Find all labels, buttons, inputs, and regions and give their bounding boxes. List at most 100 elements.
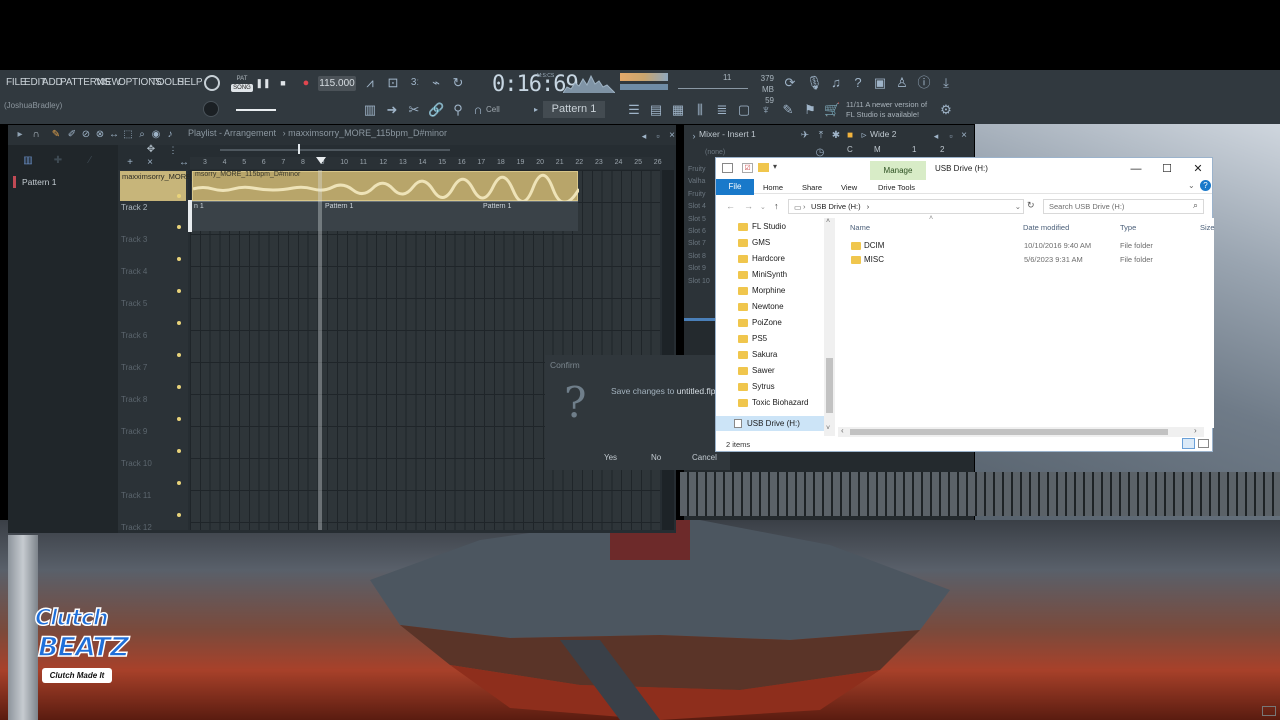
magnet-snap-icon[interactable]: ∩ bbox=[28, 127, 44, 143]
yes-button[interactable]: Yes bbox=[604, 453, 617, 462]
mixer-col-m[interactable]: M bbox=[874, 145, 881, 154]
headphones-icon[interactable]: ♫ bbox=[828, 75, 844, 91]
column-type[interactable]: Type bbox=[1120, 223, 1136, 232]
loop-record-icon[interactable]: ↻ bbox=[450, 75, 466, 91]
tab-home[interactable]: Home bbox=[763, 183, 783, 192]
add-track-icon[interactable]: + bbox=[122, 155, 138, 171]
details-view-icon[interactable] bbox=[1182, 438, 1195, 449]
track-label[interactable]: Track 12 bbox=[121, 523, 152, 532]
search-input[interactable]: Search USB Drive (H:) bbox=[1043, 199, 1204, 214]
arrow-icon[interactable]: ➜ bbox=[384, 102, 400, 118]
track-mute-dot[interactable] bbox=[177, 417, 181, 421]
track-label[interactable]: Track 5 bbox=[121, 299, 147, 308]
blend-icon[interactable]: ⌁ bbox=[428, 75, 444, 91]
mixer-effect-slot[interactable]: Fruity bbox=[688, 166, 706, 173]
cancel-button[interactable]: Cancel bbox=[692, 453, 717, 462]
mixer-up-icon[interactable]: ⤒ bbox=[813, 128, 829, 144]
menu-help[interactable]: HELP bbox=[177, 77, 203, 88]
mixer-icon[interactable]: ⫼ bbox=[692, 102, 708, 118]
no-button[interactable]: No bbox=[651, 453, 661, 462]
track-label[interactable]: Track 11 bbox=[121, 491, 151, 500]
scroll-up-icon[interactable]: ˄ bbox=[826, 218, 830, 225]
column-date-modified[interactable]: Date modified bbox=[1023, 223, 1069, 232]
address-dropdown-icon[interactable]: ⌄ bbox=[1015, 200, 1021, 213]
mixer-input-select[interactable]: (none) bbox=[705, 149, 725, 156]
track-label[interactable]: Track 6 bbox=[121, 331, 147, 340]
mixer-effect-slot[interactable]: Slot 9 bbox=[688, 265, 706, 272]
slice-icon[interactable]: ✂ bbox=[406, 102, 422, 118]
track-label[interactable]: Track 9 bbox=[121, 427, 147, 436]
magnet-icon[interactable]: ∩ bbox=[470, 102, 486, 118]
nav-folder-item[interactable]: Morphine bbox=[752, 286, 785, 295]
picker-pattern-icon[interactable]: ▥ bbox=[20, 153, 36, 169]
save-icon[interactable]: ▣ bbox=[872, 75, 888, 91]
channel-rack-icon[interactable]: ▤ bbox=[648, 102, 664, 118]
help-icon[interactable]: ? bbox=[850, 75, 866, 91]
playlist-icon[interactable]: ☰ bbox=[626, 102, 642, 118]
address-bar[interactable]: ▭ › USB Drive (H:) › ⌄ bbox=[788, 199, 1024, 214]
track-mute-dot[interactable] bbox=[177, 353, 181, 357]
remove-track-icon[interactable]: × bbox=[142, 155, 158, 171]
pause-icon[interactable]: ❚❚ bbox=[255, 75, 271, 91]
playlist-menu-icon[interactable]: ▸ bbox=[12, 127, 28, 143]
stop-icon[interactable]: ■ bbox=[275, 75, 291, 91]
metronome-icon[interactable]: ⩘ bbox=[362, 75, 378, 91]
tab-drive-tools[interactable]: Drive Tools bbox=[878, 183, 915, 192]
track-mute-dot[interactable] bbox=[177, 225, 181, 229]
master-volume-slider[interactable] bbox=[236, 109, 276, 111]
track-2-selector[interactable] bbox=[188, 200, 192, 232]
hscroll-thumb[interactable] bbox=[850, 429, 1168, 435]
mixer-col-2[interactable]: 2 bbox=[940, 145, 944, 154]
nav-folder-item[interactable]: PS5 bbox=[752, 334, 767, 343]
nav-folder-item[interactable]: Sawer bbox=[752, 366, 775, 375]
ribbon-expand-icon[interactable]: ⌄ bbox=[1188, 181, 1195, 190]
playlist-scrollbar[interactable] bbox=[662, 170, 674, 530]
track-mute-dot[interactable] bbox=[177, 257, 181, 261]
mixer-col-1[interactable]: 1 bbox=[912, 145, 916, 154]
mixer-effect-slot[interactable]: Slot 4 bbox=[688, 203, 706, 210]
nav-folder-item[interactable]: Toxic Biohazard bbox=[752, 398, 808, 407]
track-mute-dot[interactable] bbox=[177, 481, 181, 485]
track-mute-dot[interactable] bbox=[177, 194, 181, 198]
master-volume-knob[interactable] bbox=[203, 101, 219, 117]
forward-arrow-icon[interactable]: → bbox=[744, 201, 753, 211]
gear-icon[interactable]: ⚙ bbox=[938, 102, 954, 118]
column-size[interactable]: Size bbox=[1200, 223, 1215, 232]
snap-select[interactable]: Cell bbox=[486, 105, 500, 114]
manage-tab[interactable]: Manage bbox=[870, 161, 926, 180]
mixer-effect-slot[interactable]: Slot 6 bbox=[688, 228, 706, 235]
nav-folder-item[interactable]: PoiZone bbox=[752, 318, 782, 327]
scroll-left-icon[interactable]: ‹ bbox=[841, 426, 844, 435]
properties-icon[interactable]: ☑ bbox=[742, 163, 753, 173]
track-mute-dot[interactable] bbox=[177, 385, 181, 389]
tempo-display[interactable]: 115.000 bbox=[318, 76, 356, 91]
column-name[interactable]: Name bbox=[850, 223, 870, 232]
nav-folder-item[interactable]: GMS bbox=[752, 238, 770, 247]
stamp-icon[interactable]: ⚲ bbox=[450, 102, 466, 118]
nav-folder-item[interactable]: FL Studio bbox=[752, 222, 786, 231]
minimize-button[interactable]: — bbox=[1122, 161, 1150, 177]
mixer-arrow-left-icon[interactable]: ◂ bbox=[928, 128, 944, 144]
picker-automation-icon[interactable]: ⁄ bbox=[82, 153, 98, 169]
touch-keyboard-icon[interactable]: ✎ bbox=[780, 102, 796, 118]
zoom-scrollbar[interactable] bbox=[220, 149, 450, 151]
back-arrow-icon[interactable]: ← bbox=[726, 201, 735, 211]
plugin-database-icon[interactable]: ▢ bbox=[736, 102, 752, 118]
download-icon[interactable]: ⤓ bbox=[938, 75, 954, 91]
nav-folder-item[interactable]: Sytrus bbox=[752, 382, 775, 391]
track-mute-dot[interactable] bbox=[177, 321, 181, 325]
mixer-effect-slot[interactable]: Valha bbox=[688, 178, 705, 185]
close-button[interactable]: ✕ bbox=[1184, 161, 1212, 177]
browser-icon[interactable]: ≣ bbox=[714, 102, 730, 118]
track-mute-dot[interactable] bbox=[177, 513, 181, 517]
link-icon[interactable]: 🔗 bbox=[428, 102, 444, 118]
pattern-selector[interactable]: Pattern 1 bbox=[543, 101, 605, 118]
tab-share[interactable]: Share bbox=[802, 183, 822, 192]
new-folder-icon[interactable] bbox=[758, 163, 769, 172]
tab-view[interactable]: View bbox=[841, 183, 857, 192]
track-label[interactable]: Track 8 bbox=[121, 395, 147, 404]
mixer-effect-slot[interactable]: Slot 8 bbox=[688, 253, 706, 260]
quick-access-dropdown-icon[interactable]: ▾ bbox=[773, 162, 777, 171]
mixer-effect-slot[interactable]: Slot 5 bbox=[688, 216, 706, 223]
arrow-right-icon[interactable]: ▸ bbox=[528, 102, 544, 118]
